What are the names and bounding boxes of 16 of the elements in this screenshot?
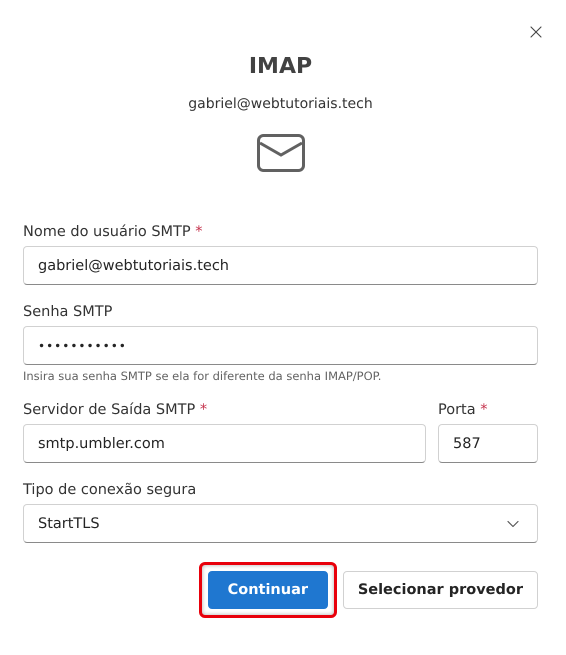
field-label: Senha SMTP: [23, 304, 114, 320]
field-label: Porta *: [438, 402, 488, 418]
password-field[interactable]: •••••••••••: [23, 326, 538, 365]
field-label: Nome do usuário SMTP *: [23, 224, 204, 240]
continue-button[interactable]: Continuar: [208, 571, 328, 609]
provider-button[interactable]: Selecionar provedor: [342, 571, 538, 609]
field-label: Servidor de Saída SMTP *: [23, 402, 208, 418]
input-field[interactable]: gabriel@webtutoriais.tech: [23, 246, 538, 285]
mail-icon: [256, 134, 304, 172]
dialog-title: IMAP: [248, 54, 314, 79]
field-hint: Insira sua senha SMTP se ela for diferente da senha IMAP/POP.: [23, 369, 382, 383]
port-field[interactable]: 587: [438, 424, 538, 463]
account-email: gabriel@webtutoriais.tech: [187, 96, 374, 112]
field-label: Tipo de conexão segura: [23, 482, 198, 498]
input-field[interactable]: smtp.umbler.com: [23, 424, 426, 463]
select-field[interactable]: StartTLS: [23, 504, 538, 543]
